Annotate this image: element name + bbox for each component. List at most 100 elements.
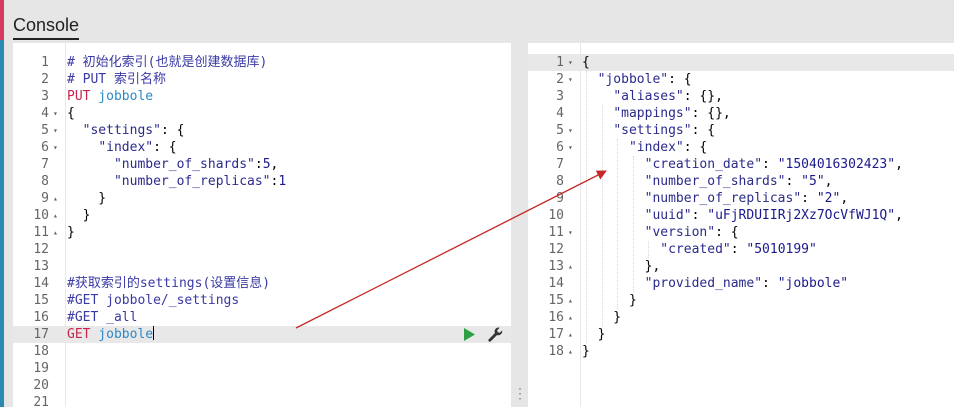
code-token: "created" [660, 242, 731, 257]
fold-close-icon[interactable]: ▴ [568, 292, 578, 309]
fold-close-icon[interactable]: ▴ [53, 207, 63, 224]
response-line[interactable]: 17 ▴ } [528, 326, 954, 343]
response-line[interactable]: 5 ▾ "settings": { [528, 122, 954, 139]
code-token: PUT [67, 89, 91, 104]
request-line[interactable]: 14 #获取索引的settings(设置信息) [13, 275, 511, 292]
request-line[interactable]: 15 #GET jobbole/_settings [13, 292, 511, 309]
request-line[interactable]: 20 [13, 377, 511, 394]
code-text: } [582, 343, 954, 360]
fold-open-icon[interactable]: ▾ [53, 122, 63, 139]
play-icon[interactable] [462, 326, 476, 343]
response-line[interactable]: 4 "mappings": {}, [528, 105, 954, 122]
line-number: 10 [548, 208, 564, 223]
code-token: # 初始化索引(也就是创建数据库) [67, 55, 268, 70]
fold-open-icon[interactable]: ▾ [53, 139, 63, 156]
code-text: "uuid": "uFjRDUIIRj2Xz7OcVfWJ1Q", [582, 207, 954, 224]
request-line[interactable]: 6 ▾ "index": { [13, 139, 511, 156]
fold-open-icon[interactable]: ▾ [568, 54, 578, 71]
fold-close-icon[interactable]: ▴ [53, 224, 63, 241]
text-cursor [153, 326, 155, 340]
code-token: : { [160, 123, 185, 138]
fold-open-icon[interactable]: ▾ [568, 122, 578, 139]
request-line[interactable]: 21 [13, 394, 511, 407]
request-line[interactable]: 3 PUT jobbole [13, 88, 511, 105]
line-number: 3 [41, 89, 49, 104]
request-line[interactable]: 19 [13, 360, 511, 377]
request-line[interactable]: 2 # PUT 索引名称 [13, 71, 511, 88]
request-line[interactable]: 11 ▴} [13, 224, 511, 241]
fold-open-icon[interactable]: ▾ [568, 224, 578, 241]
line-number: 12 [548, 242, 564, 257]
request-line[interactable]: 9 ▴ } [13, 190, 511, 207]
fold-open-icon[interactable]: ▾ [568, 71, 578, 88]
code-token: } [582, 327, 606, 342]
request-line[interactable]: 5 ▾ "settings": { [13, 122, 511, 139]
response-line[interactable]: 13 ▴ }, [528, 258, 954, 275]
code-token: "settings" [82, 123, 161, 138]
request-editor[interactable]: 1 # 初始化索引(也就是创建数据库) 2 # PUT 索引名称 3 PUT jobbol… [13, 43, 511, 407]
code-text: "aliases": {}, [582, 88, 954, 105]
code-token: : {}, [691, 106, 731, 121]
splitter-grip-icon[interactable]: · · · [517, 385, 523, 405]
code-text: #GET jobbole/_settings [67, 292, 511, 309]
request-line[interactable]: 17 GET jobbole [13, 326, 511, 343]
request-line[interactable]: 13 [13, 258, 511, 275]
line-number: 1 [41, 55, 49, 70]
code-text: "provided_name": "jobbole" [582, 275, 954, 292]
request-line[interactable]: 1 # 初始化索引(也就是创建数据库) [13, 54, 511, 71]
response-line[interactable]: 7 "creation_date": "1504016302423", [528, 156, 954, 173]
line-number: 6 [556, 140, 564, 155]
response-line[interactable]: 9 "number_of_replicas": "2", [528, 190, 954, 207]
request-line[interactable]: 8 "number_of_replicas":1 [13, 173, 511, 190]
wrench-icon[interactable] [487, 326, 503, 343]
response-line[interactable]: 15 ▴ } [528, 292, 954, 309]
line-number: 20 [33, 378, 49, 393]
code-token: : [730, 242, 747, 257]
line-number: 14 [548, 276, 564, 291]
code-token: , [840, 191, 849, 206]
fold-close-icon[interactable]: ▴ [53, 190, 63, 207]
response-line[interactable]: 2 ▾ "jobbole": { [528, 71, 954, 88]
fold-close-icon[interactable]: ▴ [568, 309, 578, 326]
code-token: "index" [98, 140, 154, 155]
line-number: 1 [556, 55, 564, 70]
request-line[interactable]: 10 ▴ } [13, 207, 511, 224]
fold-close-icon[interactable]: ▴ [568, 343, 578, 360]
response-viewer[interactable]: 1 ▾{2 ▾ "jobbole": {3 "aliases": {}, 4 "map… [528, 43, 954, 407]
pane-splitter[interactable]: · · · [514, 43, 524, 407]
line-number: 21 [33, 395, 49, 407]
fold-open-icon[interactable]: ▾ [53, 105, 63, 122]
code-text: "mappings": {}, [582, 105, 954, 122]
response-line[interactable]: 10 "uuid": "uFjRDUIIRj2Xz7OcVfWJ1Q", [528, 207, 954, 224]
response-line[interactable]: 18 ▴} [528, 343, 954, 360]
response-line[interactable]: 1 ▾ { [528, 54, 954, 71]
code-text: #获取索引的settings(设置信息) [67, 275, 511, 292]
request-line[interactable]: 16 #GET _all [13, 309, 511, 326]
request-line[interactable]: 4 ▾ { [13, 105, 511, 122]
tab-console[interactable]: Console [13, 0, 80, 40]
request-line[interactable]: 12 [13, 241, 511, 258]
code-text: "created": "5010199" [582, 241, 954, 258]
code-text: } [67, 224, 511, 241]
response-line[interactable]: 14 "provided_name": "jobbole" [528, 275, 954, 292]
response-line[interactable]: 8 "number_of_shards": "5", [528, 173, 954, 190]
fold-close-icon[interactable]: ▴ [568, 258, 578, 275]
response-line[interactable]: 11 ▾ "version": { [528, 224, 954, 241]
response-line[interactable]: 6 ▾ "index": { [528, 139, 954, 156]
code-text: } [67, 207, 511, 224]
response-line[interactable]: 3 "aliases": {}, [528, 88, 954, 105]
fold-close-icon[interactable]: ▴ [568, 326, 578, 343]
response-line[interactable]: 16 ▴ } [528, 309, 954, 326]
fold-open-icon[interactable]: ▾ [568, 139, 578, 156]
request-line[interactable]: 18 [13, 343, 511, 360]
code-text: } [582, 309, 954, 326]
request-line[interactable]: 7 "number_of_shards":5, [13, 156, 511, 173]
response-line[interactable]: 12 "created": "5010199" [528, 241, 954, 258]
code-token: 5 [262, 157, 271, 172]
